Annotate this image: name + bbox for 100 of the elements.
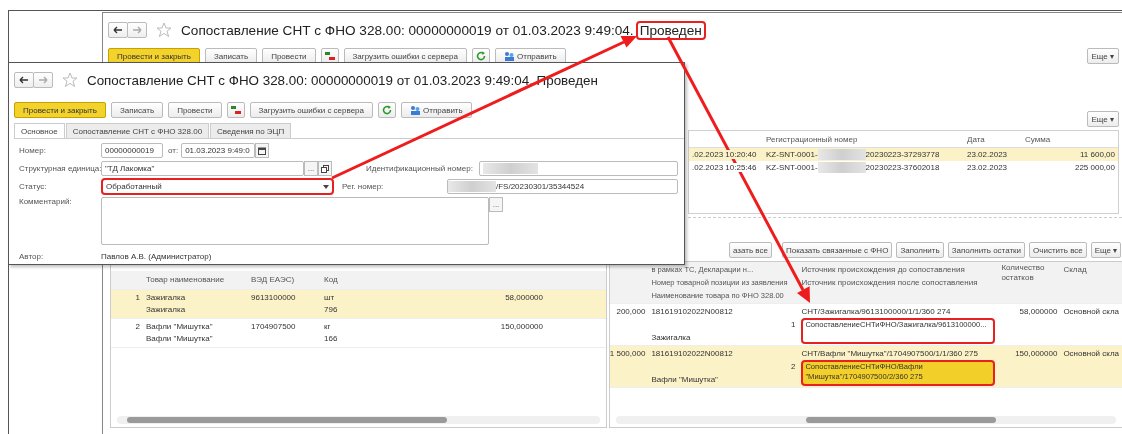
horizontal-scrollbar[interactable]: [616, 416, 1116, 424]
field-label: Структурная единица:: [19, 164, 101, 173]
status-text: Проведен: [635, 20, 706, 40]
people-icon: [504, 51, 516, 61]
refresh-button[interactable]: [378, 102, 397, 118]
caret-icon: [323, 184, 329, 189]
back-button[interactable]: [14, 72, 34, 88]
right-arrow-icon: [38, 76, 48, 84]
tab[interactable]: Основное: [14, 123, 65, 138]
table-row[interactable]: .02.2023 10:25:46 KZ-SNT-0001- 20230223-37602018 23.02.2023 225 000,00: [689, 161, 1118, 174]
table-cell: 20230223-37602018: [865, 163, 940, 172]
table-cell-text: 23.02.2023: [966, 150, 1009, 159]
column-header: ВЭД ЕАЭС): [250, 274, 296, 286]
table-cell: 150,000000: [500, 321, 543, 333]
table-cell-text: 181619102022N00812: [651, 348, 734, 360]
table-cell-text: 23.02.2023: [966, 163, 1009, 172]
column-header: Склад: [1063, 264, 1088, 276]
toolbar-button[interactable]: Провести: [168, 102, 222, 118]
row-number: 1: [135, 292, 140, 304]
table-row[interactable]: 2 Вафли "Мишутка" Вафли "Мишутка" 1704907500 кг 166 150,000000: [111, 319, 607, 348]
toolbar-button[interactable]: Показать связанные с ФНО: [781, 242, 893, 258]
table-cell-text: кг: [324, 321, 332, 333]
table-row[interactable]: 1 Зажигалка Зажигалка 9613100000 шт 796 58,000000: [111, 290, 607, 319]
table-cell: KZ-SNT-0001-: [766, 150, 818, 159]
unit-field[interactable]: "ТД Лакомка": [101, 161, 304, 176]
tab[interactable]: Сопоставление СНТ с ФНО 328.00: [65, 123, 210, 138]
table-cell-text: 1: [789, 319, 796, 331]
left-arrow-icon: [113, 26, 123, 34]
more-button[interactable]: Еще ▾: [1086, 48, 1119, 64]
open-window-icon: [321, 164, 329, 173]
column-header: Товар наименование: [145, 274, 226, 286]
toolbar-button[interactable]: Заполнить остатки: [947, 242, 1026, 258]
window-title: Сопоставление СНТ с ФНО 328.00: 00000000019 от 01.03.2023 9:49:04.: [181, 22, 634, 38]
right-arrow-icon: [132, 26, 142, 34]
toolbar-button[interactable]: Провести и закрыть: [14, 102, 106, 118]
ledger-icon: [324, 51, 335, 61]
more-button[interactable]: Еще ▾: [1090, 242, 1122, 258]
field-label: Статус:: [19, 182, 48, 191]
left-arrow-icon: [19, 76, 29, 84]
table-cell-text: шт: [324, 292, 336, 304]
number-field[interactable]: 00000000019: [101, 143, 163, 158]
table-cell-text: 58,000000: [1019, 306, 1058, 318]
table-cell-text: СНТ/Вафли "Мишутка"/1704907500/1/1/360 275: [801, 348, 979, 360]
field-label: Идентификационный номер:: [366, 164, 473, 173]
table-row[interactable]: .02.2023 10:20:40 KZ-SNT-0001- 20230223-37293778 23.02.2023 11 600,00: [689, 148, 1118, 161]
table-cell: 20230223-37293778: [865, 150, 940, 159]
author-text: Павлов А.В. (Администратор): [101, 252, 212, 261]
field-label: Автор:: [19, 252, 45, 261]
table-cell: KZ-SNT-0001-: [766, 163, 818, 172]
table-cell-text: Вафли "Мишутка": [651, 374, 719, 386]
blurred-placeholder: [817, 162, 866, 173]
field-label: Номер:: [19, 146, 47, 155]
back-button[interactable]: [108, 22, 128, 38]
more-button[interactable]: Еще ▾: [1086, 111, 1119, 127]
toolbar-button[interactable]: азать все: [729, 242, 772, 258]
blurred-placeholder: [817, 149, 866, 160]
calendar-icon: [258, 146, 267, 155]
table-cell-text: 11 600,00: [1079, 150, 1116, 159]
table-cell-text: 200,000: [616, 306, 646, 318]
table-cell-text: Зажигалка: [146, 304, 187, 316]
column-header: Количество остатков: [1001, 263, 1046, 283]
table-cell-text: 796: [324, 304, 339, 316]
calendar-button[interactable]: [255, 143, 270, 158]
field-label: Комментарий:: [19, 197, 73, 206]
toolbar-button[interactable]: Записать: [110, 102, 164, 118]
column-header: Источник происхождения после сопоставления: [801, 277, 979, 289]
column-header: Код: [323, 274, 339, 286]
blurred-placeholder: [482, 163, 538, 174]
tab[interactable]: Сведения по ЭЦП: [210, 123, 292, 138]
select-button[interactable]: ...: [304, 161, 318, 176]
table-cell-text: 1704907500: [251, 321, 297, 333]
table-cell-text: 1 500,000: [609, 348, 646, 360]
people-icon: [410, 105, 422, 115]
blurred-placeholder: [448, 181, 496, 192]
table-cell-text: Вафли "Мишутка": [146, 321, 214, 333]
field-label: от:: [168, 146, 179, 155]
date-field[interactable]: 01.03.2023 9:49:0: [181, 143, 256, 158]
toolbar-button[interactable]: Загрузить ошибки с сервера: [249, 102, 374, 118]
toolbar-button[interactable]: Очистить все: [1029, 242, 1087, 258]
column-header: Сумма: [1024, 134, 1052, 144]
open-button[interactable]: [318, 161, 332, 176]
comment-field[interactable]: [101, 197, 489, 245]
star-icon[interactable]: [156, 22, 172, 38]
select-button[interactable]: ...: [489, 197, 503, 212]
table-cell-text: Вафли "Мишутка": [146, 333, 214, 345]
toolbar-button[interactable]: Заполнить: [896, 242, 944, 258]
table-cell-text: 166: [324, 333, 339, 345]
refresh-icon: [382, 105, 393, 115]
ledger-icon: [230, 105, 241, 115]
send-button[interactable]: Отправить: [401, 102, 472, 118]
refresh-icon: [476, 51, 487, 61]
column-header: Источник происхождения до сопоставления: [801, 264, 966, 276]
table-cell-text: Зажигалка: [651, 332, 692, 344]
column-header: Регистрационный номер: [765, 134, 859, 144]
ledger-button[interactable]: [226, 102, 245, 118]
star-icon[interactable]: [62, 72, 78, 88]
table-cell-text: 181619102022N00812: [651, 306, 734, 318]
field-value: /FS/20230301/35344524: [496, 182, 585, 191]
horizontal-scrollbar[interactable]: [117, 416, 601, 424]
status-dropdown[interactable]: Обработанный: [101, 178, 334, 195]
